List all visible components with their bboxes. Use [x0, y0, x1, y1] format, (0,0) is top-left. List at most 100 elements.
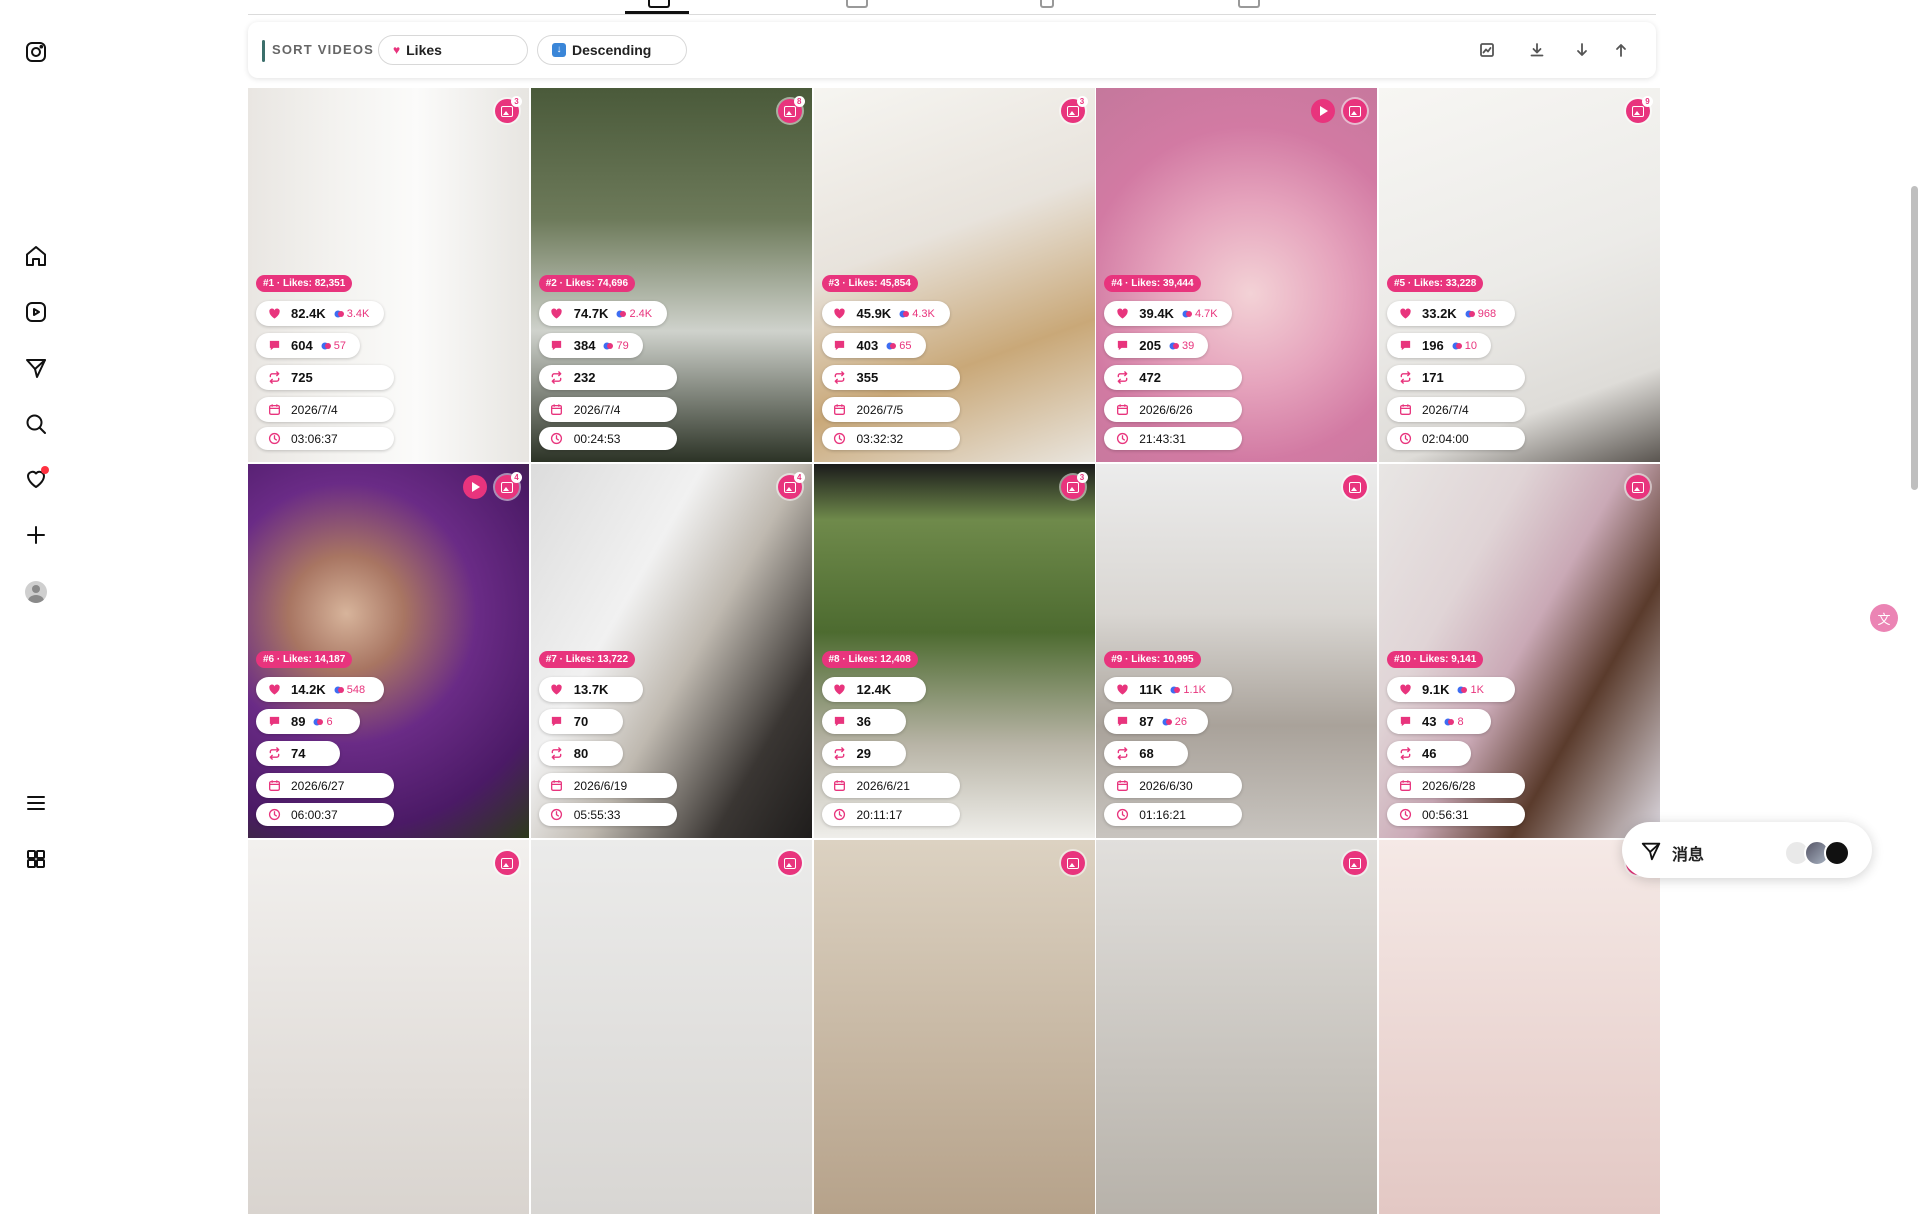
delta-text: 4.3K	[912, 307, 935, 320]
comment-icon	[267, 339, 281, 353]
duration-value: 06:00:37	[291, 807, 338, 822]
arrow-down-icon[interactable]	[1571, 39, 1593, 61]
comments-stat: 36	[821, 709, 906, 734]
create-plus-icon[interactable]	[20, 519, 52, 551]
menu-hamburger-icon[interactable]	[20, 787, 52, 819]
image-gallery-icon: 3	[495, 96, 522, 123]
duration-value: 03:06:37	[291, 431, 338, 446]
post-tile[interactable]: #9 · Likes: 10,995 11K 1.1K 87 26 68 2026/6/30…	[1096, 464, 1378, 838]
post-tile[interactable]: 4 #7 · Likes: 13,722 13.7K 70 80 2026/6/19 05:…	[530, 464, 812, 838]
comments-value: 43	[1422, 714, 1437, 729]
comments-stat: 403 65	[821, 333, 926, 358]
search-tab-icon[interactable]	[1040, 0, 1054, 8]
search-icon[interactable]	[20, 408, 52, 440]
date-stat: 2026/6/19	[538, 773, 677, 798]
delta-text: 1K	[1470, 683, 1484, 696]
post-tile[interactable]: 3 #8 · Likes: 12,408 12.4K 36 29 2026/6/21 20:…	[813, 464, 1095, 838]
post-thumbnail	[1379, 840, 1660, 1214]
date-stat: 2026/6/27	[256, 773, 394, 798]
direct-send-icon[interactable]	[20, 352, 52, 384]
repost-icon	[833, 371, 847, 385]
shares-value: 171	[1422, 370, 1444, 385]
arrow-up-icon[interactable]	[1610, 39, 1632, 61]
duration-value: 01:16:21	[1139, 807, 1186, 822]
post-tile[interactable]	[1096, 840, 1378, 1214]
tagged-tab-icon[interactable]	[1238, 0, 1260, 8]
shares-value: 29	[856, 746, 871, 761]
message-avatar	[1824, 840, 1850, 866]
duration-stat: 02:04:00	[1387, 427, 1525, 450]
sort-by-select[interactable]: ♥ Likes	[378, 35, 528, 65]
delta-value: 57	[321, 340, 346, 352]
post-tile[interactable]: 3 #1 · Likes: 82,351 82.4K 3.4K 604 57 725 2026…	[248, 88, 529, 462]
likes-value: 82.4K	[291, 306, 326, 321]
image-gallery-icon	[1626, 475, 1650, 499]
home-icon[interactable]	[20, 240, 52, 272]
post-tile[interactable]	[530, 840, 812, 1214]
sort-videos-bar: SORT VIDEOS ♥ Likes ↓ Descending	[248, 22, 1656, 78]
delta-text: 10	[1464, 339, 1477, 352]
shares-stat: 171	[1387, 365, 1525, 390]
comments-stat: 43 8	[1387, 709, 1491, 734]
calendar-icon	[550, 403, 564, 417]
delta-text: 1.1K	[1183, 683, 1207, 696]
comments-value: 89	[291, 714, 306, 729]
repost-icon	[833, 747, 847, 761]
heart-icon	[550, 307, 564, 321]
chart-icon[interactable]	[1476, 39, 1498, 61]
sort-bar-accent	[262, 40, 265, 62]
image-count-badge: 8	[793, 96, 805, 107]
duration-stat: 00:24:53	[538, 427, 677, 450]
duration-value: 21:43:31	[1139, 431, 1186, 446]
rank-badge: #5 · Likes: 33,228	[1387, 275, 1484, 292]
reels-tab-icon[interactable]	[846, 0, 868, 8]
duration-value: 05:55:33	[573, 807, 621, 822]
post-tile[interactable]: 4 #6 · Likes: 14,187 14.2K 548 89 6 74 2026/6/2…	[248, 464, 529, 838]
post-thumbnail	[813, 840, 1095, 1214]
comments-stat: 384 79	[538, 333, 643, 358]
tabs-divider	[248, 14, 1656, 15]
more-apps-icon[interactable]	[20, 843, 52, 875]
post-tile[interactable]	[813, 840, 1095, 1214]
duration-value: 03:32:32	[856, 431, 904, 446]
date-value: 2026/6/26	[1139, 402, 1193, 417]
page-scrollbar[interactable]	[1911, 186, 1918, 490]
profile-avatar[interactable]	[20, 576, 52, 608]
notifications-heart-icon[interactable]	[20, 463, 52, 495]
post-tile[interactable]: 3 #3 · Likes: 45,854 45.9K 4.3K 403 65 355 2026…	[813, 88, 1095, 462]
clock-icon	[1398, 432, 1412, 446]
date-value: 2026/6/27	[291, 778, 345, 793]
sort-by-label: Likes	[406, 42, 442, 58]
post-tile[interactable]: 9 #5 · Likes: 33,228 33.2K 968 196 10 171 2026/…	[1379, 88, 1660, 462]
duration-stat: 21:43:31	[1104, 427, 1243, 450]
post-tile[interactable]: 8 #2 · Likes: 74,696 74.7K 2.4K 384 79 232 2026…	[530, 88, 812, 462]
delta-value: 39	[1169, 340, 1194, 352]
clock-icon	[267, 808, 281, 822]
post-tile[interactable]: #10 · Likes: 9,141 9.1K 1K 43 8 46 2026/6/28 00…	[1379, 464, 1660, 838]
date-stat: 2026/6/21	[821, 773, 960, 798]
post-tile[interactable]	[1379, 840, 1660, 1214]
delta-text: 57	[333, 339, 346, 352]
date-value: 2026/6/19	[573, 778, 628, 793]
delta-value: 968	[1465, 308, 1496, 320]
duration-stat: 01:16:21	[1104, 803, 1243, 826]
download-icon[interactable]	[1526, 39, 1548, 61]
likes-value: 45.9K	[856, 306, 892, 321]
tab-posts-active-indicator[interactable]	[625, 11, 689, 14]
likes-stat: 39.4K 4.7K	[1104, 301, 1233, 326]
messages-widget[interactable]: 消息	[1622, 822, 1872, 878]
instagram-logo-icon[interactable]	[20, 36, 52, 68]
reels-icon[interactable]	[20, 296, 52, 328]
delta-text: 39	[1181, 339, 1195, 352]
repost-icon	[1398, 371, 1412, 385]
grid-tab-icon[interactable]	[648, 0, 670, 8]
sort-order-select[interactable]: ↓ Descending	[537, 35, 687, 65]
likes-value: 11K	[1139, 682, 1163, 697]
calendar-icon	[1115, 779, 1129, 793]
messages-send-icon	[1641, 842, 1661, 861]
post-tile[interactable]: #4 · Likes: 39,444 39.4K 4.7K 205 39 472 2026/…	[1096, 88, 1378, 462]
post-tile[interactable]	[248, 840, 529, 1214]
image-gallery-icon	[1060, 851, 1085, 875]
messages-label: 消息	[1672, 847, 1705, 864]
translate-button[interactable]: 文	[1870, 604, 1898, 632]
